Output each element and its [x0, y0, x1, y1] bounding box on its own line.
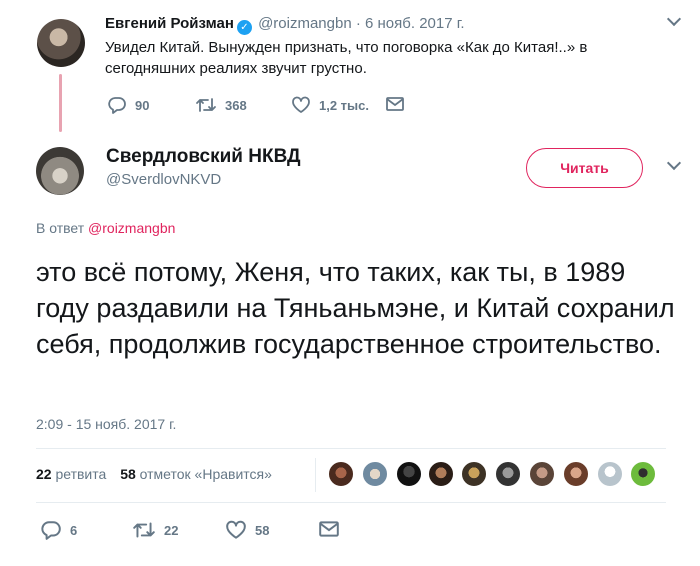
chevron-down-icon[interactable] — [666, 155, 682, 171]
tweet-timestamp[interactable]: 2:09 - 15 нояб. 2017 г. — [36, 416, 176, 432]
like-stat-count: 58 — [120, 466, 136, 482]
direct-message-icon — [319, 521, 339, 537]
direct-message-button[interactable] — [385, 96, 405, 112]
reply-mention-link[interactable]: @roizmangbn — [88, 220, 175, 236]
follow-button[interactable]: Читать — [526, 148, 643, 188]
parent-tweet-text: Увидел Китай. Вынужден признать, что пог… — [105, 39, 588, 77]
liker-avatar[interactable] — [563, 461, 589, 487]
retweet-icon — [196, 98, 216, 112]
tweet-stats: 22 ретвита 58 отметок «Нравится» — [36, 466, 272, 482]
liker-avatar[interactable] — [396, 461, 422, 487]
thread-connector — [59, 74, 62, 132]
like-button[interactable]: 58 — [225, 520, 269, 540]
like-icon — [226, 520, 246, 539]
retweet-button[interactable]: 22 — [132, 520, 178, 540]
retweet-count: 368 — [225, 97, 247, 113]
reply-icon — [41, 521, 61, 540]
liker-avatar[interactable] — [630, 461, 656, 487]
direct-message-button[interactable] — [318, 520, 340, 538]
retweet-count: 22 — [164, 522, 179, 538]
liker-avatar[interactable] — [495, 461, 521, 487]
liker-avatar[interactable] — [529, 461, 555, 487]
liker-avatar[interactable] — [362, 461, 388, 487]
like-count: 58 — [255, 522, 270, 538]
liker-avatar[interactable] — [328, 461, 354, 487]
parent-tweet-header: Евгений Ройзман ✓ @roizmangbn · 6 нояб. 2… — [105, 15, 465, 35]
liker-avatar[interactable] — [597, 461, 623, 487]
main-tweet-text: это всё потому, Женя, что таких, как ты,… — [36, 257, 675, 359]
chevron-down-icon[interactable] — [666, 11, 682, 27]
stats-separator — [315, 458, 316, 492]
reply-button[interactable]: 6 — [40, 520, 77, 540]
reply-icon — [108, 97, 126, 114]
retweet-button[interactable]: 368 — [195, 96, 247, 114]
retweet-stat-label: ретвита — [55, 466, 107, 482]
reply-count: 90 — [135, 97, 150, 113]
parent-author-name[interactable]: Евгений Ройзман — [105, 15, 234, 32]
parent-tweet-date[interactable]: 6 нояб. 2017 г. — [365, 15, 465, 32]
like-icon — [292, 96, 310, 113]
retweet-icon — [133, 522, 155, 538]
main-author-handle[interactable]: @SverdlovNKVD — [106, 171, 221, 188]
parent-author-handle[interactable]: @roizmangbn — [258, 15, 352, 32]
liker-avatar[interactable] — [428, 461, 454, 487]
liker-avatar[interactable] — [461, 461, 487, 487]
reply-context: В ответ @roizmangbn — [36, 220, 175, 236]
reply-prefix: В ответ — [36, 220, 85, 236]
divider — [36, 448, 666, 449]
main-author-name[interactable]: Свердловский НКВД — [106, 146, 301, 168]
reply-count: 6 — [70, 522, 78, 538]
header-separator: · — [355, 15, 361, 32]
like-stat-label: отметок «Нравится» — [139, 466, 272, 482]
reply-button[interactable]: 90 — [107, 96, 149, 114]
retweet-stat-count: 22 — [36, 466, 52, 482]
direct-message-icon — [386, 97, 404, 111]
main-avatar[interactable] — [36, 147, 84, 195]
like-button[interactable]: 1,2 тыс. — [291, 96, 369, 114]
retweet-stat[interactable]: 22 ретвита — [36, 466, 106, 482]
parent-tweet-actions: 90 368 1,2 тыс. — [107, 96, 427, 118]
divider — [36, 502, 666, 503]
like-stat[interactable]: 58 отметок «Нравится» — [120, 466, 272, 482]
parent-avatar[interactable] — [37, 19, 85, 67]
main-tweet-actions: 6 22 58 — [40, 520, 360, 544]
like-count: 1,2 тыс. — [319, 97, 369, 113]
verified-badge-icon: ✓ — [236, 20, 252, 35]
